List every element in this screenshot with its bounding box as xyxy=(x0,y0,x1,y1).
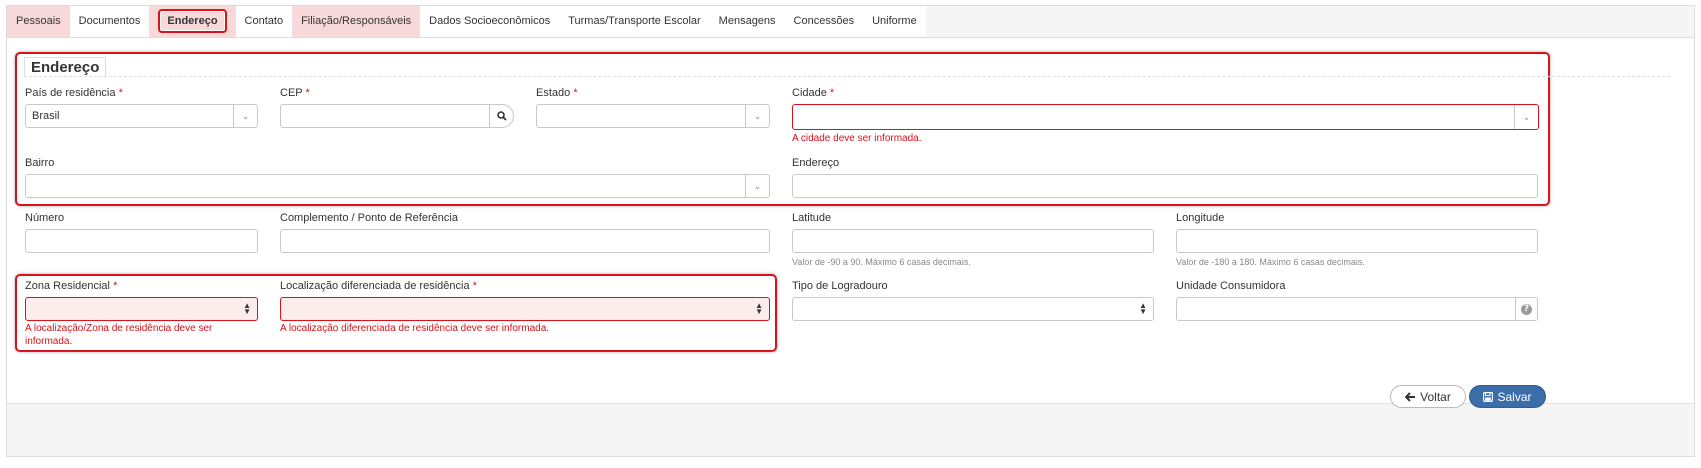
tab-uniforme[interactable]: Uniforme xyxy=(863,6,926,37)
chevron-down-icon: ⌄ xyxy=(745,175,769,197)
bairro-select[interactable]: ⌄ xyxy=(25,174,770,198)
back-button-label: Voltar xyxy=(1420,389,1451,404)
cidade-error: A cidade deve ser informada. xyxy=(792,133,922,144)
complemento-label: Complemento / Ponto de Referência xyxy=(280,212,458,224)
tab-filiacao[interactable]: Filiação/Responsáveis xyxy=(292,6,421,37)
question-circle-icon: ? xyxy=(1521,303,1532,315)
unidade-help-button[interactable]: ? xyxy=(1515,298,1537,320)
back-button[interactable]: Voltar xyxy=(1390,385,1466,408)
localizacao-label: Localização diferenciada de residência * xyxy=(280,280,477,292)
arrow-left-icon xyxy=(1405,391,1416,402)
tab-documentos[interactable]: Documentos xyxy=(70,6,150,37)
unidade-label: Unidade Consumidora xyxy=(1176,280,1286,292)
zona-label: Zona Residencial * xyxy=(25,280,118,292)
longitude-input[interactable] xyxy=(1176,229,1538,253)
zona-select[interactable]: ▲ ▼ xyxy=(25,297,258,321)
longitude-help: Valor de -180 a 180. Máximo 6 casas deci… xyxy=(1176,257,1365,267)
sort-icon: ▲ ▼ xyxy=(243,301,251,316)
sort-icon: ▲ ▼ xyxy=(1139,301,1147,316)
tab-endereco[interactable]: Endereço xyxy=(149,6,236,37)
save-button[interactable]: Salvar xyxy=(1469,385,1546,408)
localizacao-select[interactable]: ▲ ▼ xyxy=(280,297,770,321)
pais-select[interactable]: Brasil ⌄ xyxy=(25,104,258,128)
estado-label: Estado * xyxy=(536,87,578,99)
unidade-input[interactable]: ? xyxy=(1176,297,1538,321)
latitude-input[interactable] xyxy=(792,229,1154,253)
section-title: Endereço xyxy=(24,57,107,77)
search-icon xyxy=(496,111,507,121)
cep-input[interactable] xyxy=(280,104,490,128)
localizacao-error: A localização diferenciada de residência… xyxy=(280,323,550,334)
tab-contato[interactable]: Contato xyxy=(236,6,293,37)
sort-icon: ▲ ▼ xyxy=(755,301,763,316)
bairro-label: Bairro xyxy=(25,157,55,169)
numero-input[interactable] xyxy=(25,229,258,253)
pais-label: País de residência * xyxy=(25,87,123,99)
chevron-down-icon: ⌄ xyxy=(1514,105,1538,129)
cidade-select[interactable]: ⌄ xyxy=(792,104,1539,130)
tab-turmas-transporte[interactable]: Turmas/Transporte Escolar xyxy=(559,6,709,37)
cidade-label: Cidade * xyxy=(792,87,835,99)
longitude-label: Longitude xyxy=(1176,212,1225,224)
chevron-down-icon: ⌄ xyxy=(745,105,769,127)
logradouro-label: Tipo de Logradouro xyxy=(792,280,888,292)
tab-dados-socioeconomicos[interactable]: Dados Socioeconômicos xyxy=(420,6,559,37)
latitude-help: Valor de -90 a 90. Máximo 6 casas decima… xyxy=(792,257,971,267)
tab-concessoes[interactable]: Concessões xyxy=(785,6,864,37)
save-button-label: Salvar xyxy=(1497,389,1532,404)
complemento-input[interactable] xyxy=(280,229,770,253)
section-divider xyxy=(24,76,1670,77)
zona-error: A localização/Zona de residência deve se… xyxy=(25,323,213,347)
endereco-input[interactable] xyxy=(792,174,1538,198)
chevron-down-icon: ⌄ xyxy=(233,105,257,127)
estado-select[interactable]: ⌄ xyxy=(536,104,770,128)
cep-label: CEP * xyxy=(280,87,310,99)
logradouro-select[interactable]: ▲ ▼ xyxy=(792,297,1154,321)
endereco-label: Endereço xyxy=(792,157,840,169)
tab-mensagens[interactable]: Mensagens xyxy=(710,6,785,37)
numero-label: Número xyxy=(25,212,65,224)
floppy-disk-icon xyxy=(1483,391,1494,402)
latitude-label: Latitude xyxy=(792,212,832,224)
tab-pessoais[interactable]: Pessoais xyxy=(7,6,70,37)
cep-search-button[interactable] xyxy=(489,104,514,128)
tab-bar: Pessoais Documentos Endereço Contato Fil… xyxy=(7,6,926,37)
